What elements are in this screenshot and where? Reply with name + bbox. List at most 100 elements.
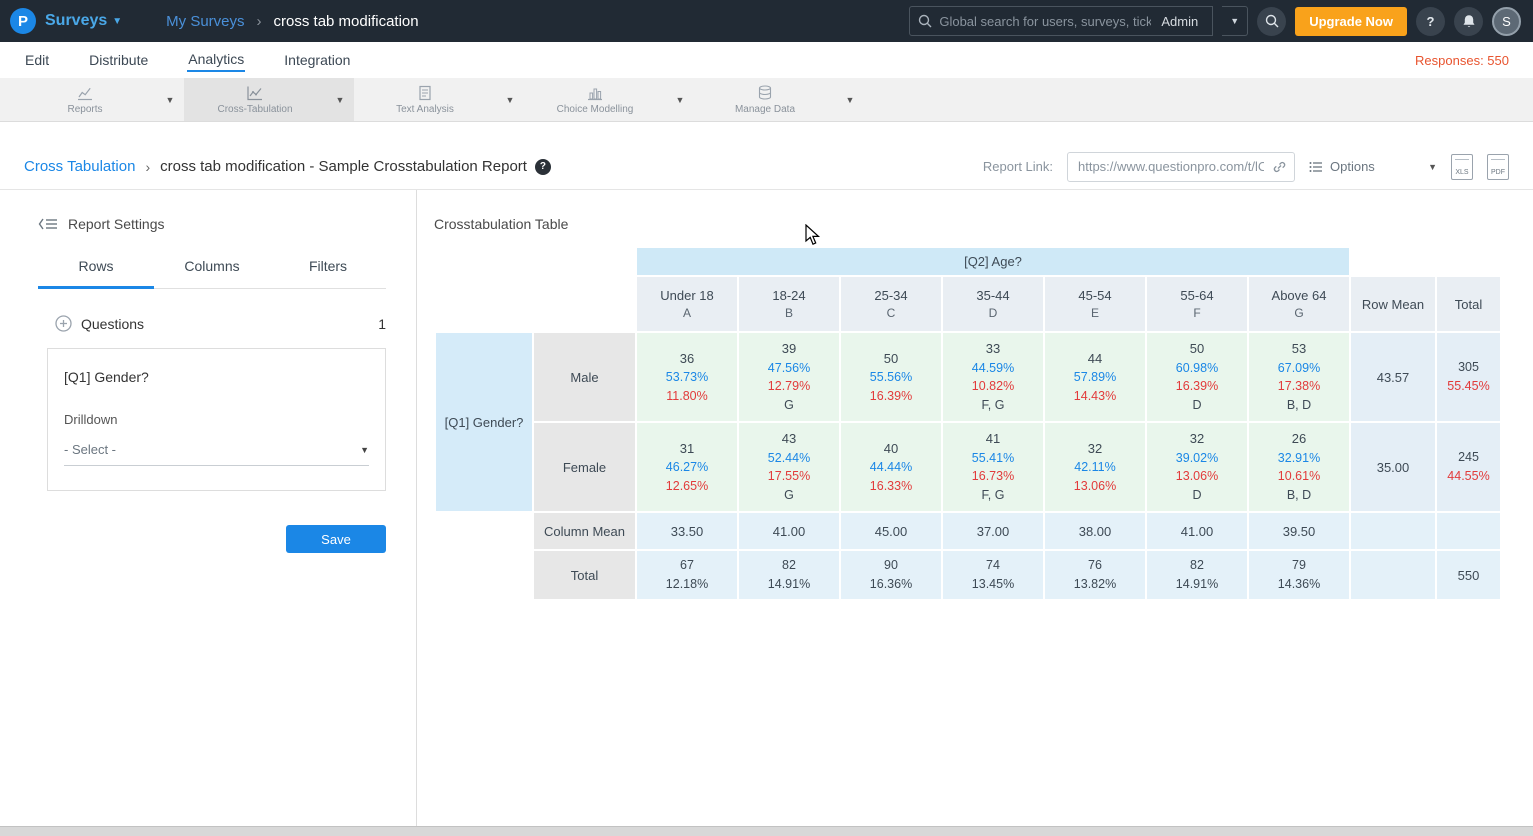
- drilldown-caret-icon: ▼: [360, 445, 369, 455]
- crosstab-cell: 4352.44%17.55%G: [739, 423, 839, 511]
- crosstab-cell: 4155.41%16.73%F, G: [943, 423, 1043, 511]
- search-scope-admin[interactable]: Admin: [1151, 14, 1204, 29]
- total-row-label: Total: [534, 551, 635, 599]
- row-label-male: Male: [534, 333, 635, 421]
- tab-edit[interactable]: Edit: [24, 49, 50, 71]
- help-button[interactable]: ?: [1416, 7, 1445, 36]
- question-title: [Q1] Gender?: [64, 369, 369, 385]
- text-analysis-caret-icon[interactable]: ▼: [496, 95, 524, 105]
- save-button[interactable]: Save: [286, 525, 386, 553]
- questions-count-badge: 1: [378, 316, 386, 332]
- crosstab-cell: 5060.98%16.39%D: [1147, 333, 1247, 421]
- list-icon: [1309, 161, 1323, 173]
- crosstab-table: [Q2] Age? Under 18A 18-24B 25-34C 35-44D…: [434, 246, 1502, 601]
- tab-rows[interactable]: Rows: [38, 258, 154, 289]
- survey-subnav: Edit Distribute Analytics Integration Re…: [0, 42, 1533, 78]
- row-mean-cell: 35.00: [1351, 423, 1435, 511]
- column-header: Under 18A: [637, 277, 737, 331]
- empty-cell: [436, 277, 635, 331]
- options-dropdown[interactable]: Options ▼: [1309, 159, 1437, 174]
- question-card: [Q1] Gender? Drilldown - Select - ▼: [47, 348, 386, 491]
- toolbar-item-manage-data[interactable]: Manage Data ▼: [694, 78, 864, 121]
- analytics-toolbar: Reports ▼ Cross-Tabulation ▼ Text Analys…: [0, 78, 1533, 122]
- product-switcher[interactable]: Surveys: [45, 12, 107, 30]
- column-mean-cell: 38.00: [1045, 513, 1145, 549]
- empty-mean-cell: [1351, 513, 1435, 549]
- options-label: Options: [1330, 159, 1375, 174]
- export-pdf-button[interactable]: PDF: [1487, 154, 1509, 180]
- options-caret-icon: ▼: [1428, 162, 1437, 172]
- total-header: Total: [1437, 277, 1500, 331]
- row-mean-header: Row Mean: [1351, 277, 1435, 331]
- row-total-cell: 24544.55%: [1437, 423, 1500, 511]
- drilldown-label: Drilldown: [64, 412, 369, 427]
- breadcrumb-current-survey: cross tab modification: [274, 13, 419, 30]
- crosstab-cell: 4457.89%14.43%: [1045, 333, 1145, 421]
- questionpro-logo[interactable]: P: [10, 8, 36, 34]
- empty-mean-cell: [1351, 551, 1435, 599]
- horizontal-scrollbar[interactable]: [0, 826, 1533, 836]
- tab-distribute[interactable]: Distribute: [88, 49, 149, 71]
- column-header: 35-44D: [943, 277, 1043, 331]
- report-link-input[interactable]: [1067, 152, 1295, 182]
- column-total-cell: 7413.45%: [943, 551, 1043, 599]
- empty-cell: [436, 248, 635, 275]
- toolbar-item-text-analysis[interactable]: Text Analysis ▼: [354, 78, 524, 121]
- reports-caret-icon[interactable]: ▼: [156, 95, 184, 105]
- column-header: Above 64G: [1249, 277, 1349, 331]
- search-submit-button[interactable]: [1257, 7, 1286, 36]
- crosstab-cell: 2632.91%10.61%B, D: [1249, 423, 1349, 511]
- manage-data-caret-icon[interactable]: ▼: [836, 95, 864, 105]
- user-avatar[interactable]: S: [1492, 7, 1521, 36]
- bell-icon: [1462, 14, 1476, 29]
- toolbar-item-cross-tabulation[interactable]: Cross-Tabulation ▼: [184, 78, 354, 121]
- tab-columns[interactable]: Columns: [154, 258, 270, 288]
- topbar-breadcrumb: My Surveys › cross tab modification: [166, 13, 418, 30]
- report-help-icon[interactable]: ?: [535, 159, 551, 175]
- collapse-panel-icon[interactable]: [38, 217, 58, 231]
- responses-count: Responses: 550: [1415, 53, 1509, 68]
- cross-tabulation-caret-icon[interactable]: ▼: [326, 95, 354, 105]
- row-total-cell: 30555.45%: [1437, 333, 1500, 421]
- notifications-button[interactable]: [1454, 7, 1483, 36]
- global-search-input[interactable]: [939, 14, 1151, 29]
- report-link-field: [1067, 152, 1295, 182]
- column-header: 25-34C: [841, 277, 941, 331]
- choice-modelling-icon: [586, 85, 604, 101]
- settings-panel-title: Report Settings: [68, 216, 165, 232]
- cross-tabulation-breadcrumb-link[interactable]: Cross Tabulation: [24, 158, 135, 175]
- crosstab-cell: 5055.56%16.39%: [841, 333, 941, 421]
- tab-integration[interactable]: Integration: [283, 49, 351, 71]
- grand-total-cell: 550: [1437, 551, 1500, 599]
- global-search: Admin: [909, 6, 1213, 36]
- crosstab-cell: 3344.59%10.82%F, G: [943, 333, 1043, 421]
- toolbar-item-reports[interactable]: Reports ▼: [14, 78, 184, 121]
- crosstab-cell: 3947.56%12.79%G: [739, 333, 839, 421]
- choice-modelling-caret-icon[interactable]: ▼: [666, 95, 694, 105]
- upgrade-now-button[interactable]: Upgrade Now: [1295, 7, 1407, 36]
- drilldown-selected-value: - Select -: [64, 442, 116, 457]
- column-total-cell: 7914.36%: [1249, 551, 1349, 599]
- breadcrumb-my-surveys[interactable]: My Surveys: [166, 13, 244, 30]
- add-question-icon[interactable]: [55, 315, 72, 332]
- settings-tabs: Rows Columns Filters: [38, 258, 386, 289]
- column-total-cell: 8214.91%: [739, 551, 839, 599]
- drilldown-select[interactable]: - Select - ▼: [64, 442, 369, 466]
- tab-analytics[interactable]: Analytics: [187, 48, 245, 72]
- product-caret-icon[interactable]: ▼: [112, 16, 122, 27]
- row-question-header: [Q1] Gender?: [436, 333, 532, 511]
- questions-row: Questions 1: [55, 315, 386, 332]
- column-mean-cell: 41.00: [1147, 513, 1247, 549]
- link-icon[interactable]: [1272, 160, 1287, 174]
- report-header: Cross Tabulation › cross tab modificatio…: [0, 144, 1533, 190]
- export-xls-button[interactable]: XLS: [1451, 154, 1473, 180]
- search-scope-caret-icon[interactable]: ▼: [1222, 6, 1248, 36]
- topbar: P Surveys ▼ My Surveys › cross tab modif…: [0, 0, 1533, 42]
- toolbar-item-choice-modelling[interactable]: Choice Modelling ▼: [524, 78, 694, 121]
- column-header: 45-54E: [1045, 277, 1145, 331]
- toolbar-label: Choice Modelling: [557, 104, 634, 115]
- crosstab-cell: 3146.27%12.65%: [637, 423, 737, 511]
- tab-filters[interactable]: Filters: [270, 258, 386, 288]
- pdf-label: PDF: [1491, 169, 1505, 176]
- crosstab-section-title: Crosstabulation Table: [434, 216, 1533, 232]
